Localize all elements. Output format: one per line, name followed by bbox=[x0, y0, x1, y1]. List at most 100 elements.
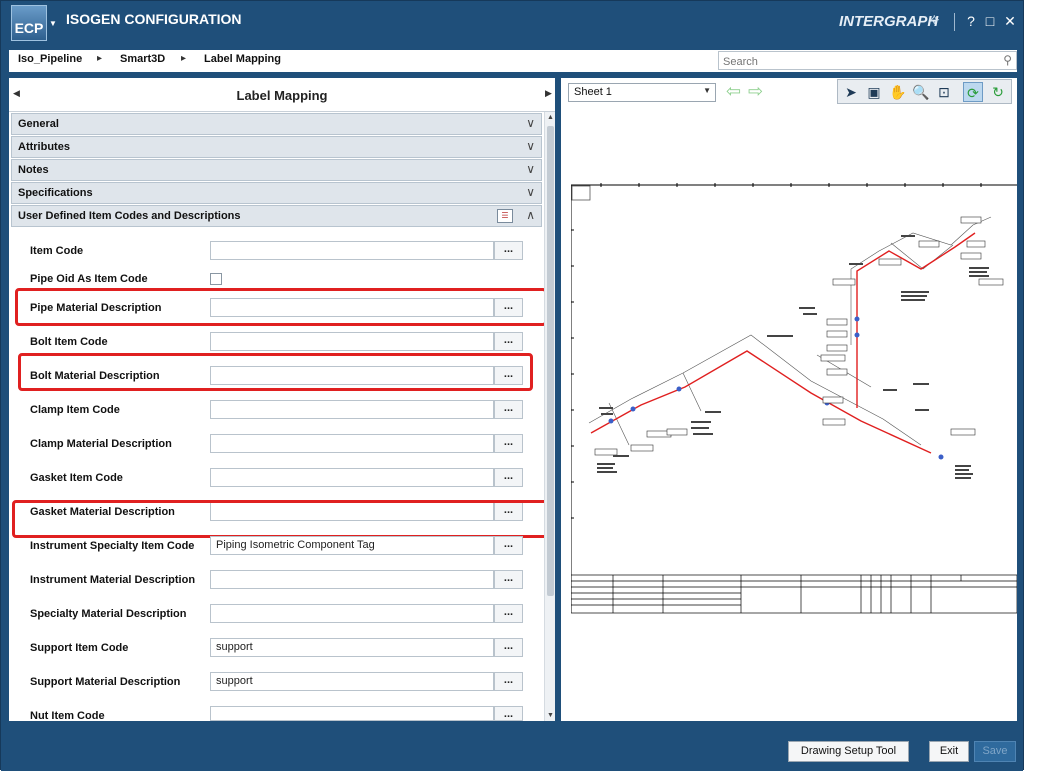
specialty-material-description-input[interactable] bbox=[210, 604, 494, 623]
section-user-defined-item-codes[interactable]: User Defined Item Codes and Descriptions… bbox=[11, 205, 542, 227]
instrument-specialty-browse-button[interactable]: ... bbox=[494, 536, 523, 555]
fit-icon[interactable]: ▣ bbox=[864, 82, 884, 102]
panel-title: Label Mapping bbox=[236, 88, 328, 103]
rotate-icon[interactable]: ↻ bbox=[988, 82, 1008, 102]
support-material-browse-button[interactable]: ... bbox=[494, 672, 523, 691]
nut-item-code-browse-button[interactable]: ... bbox=[494, 706, 523, 721]
item-code-browse-button[interactable]: ... bbox=[494, 241, 523, 260]
app-title: ISOGEN CONFIGURATION bbox=[66, 11, 242, 27]
breadcrumb-item-smart3d[interactable]: Smart3D bbox=[120, 53, 165, 65]
annotation-boxes bbox=[594, 216, 1004, 456]
scroll-down-arrow-icon[interactable]: ▼ bbox=[545, 712, 556, 719]
field-label-specialty-material: Specialty Material Description bbox=[30, 608, 187, 620]
exit-button[interactable]: Exit bbox=[929, 741, 969, 762]
section-label: Specifications bbox=[18, 187, 93, 199]
chevron-down-icon[interactable]: ∨ bbox=[526, 185, 535, 199]
pipe-material-browse-button[interactable]: ... bbox=[494, 298, 523, 317]
gasket-material-browse-button[interactable]: ... bbox=[494, 502, 523, 521]
previous-sheet-arrow-icon[interactable]: ⇦ bbox=[726, 81, 741, 102]
refresh-icon[interactable]: ⟳ bbox=[963, 82, 983, 102]
vertical-scrollbar[interactable]: ▲ ▼ bbox=[544, 112, 555, 721]
isometric-drawing-preview[interactable] bbox=[571, 183, 1017, 615]
support-item-code-browse-button[interactable]: ... bbox=[494, 638, 523, 657]
breadcrumb-item-label-mapping[interactable]: Label Mapping bbox=[204, 53, 281, 65]
next-sheet-arrow-icon[interactable]: ⇨ bbox=[748, 81, 763, 102]
field-label-pipe-material: Pipe Material Description bbox=[30, 302, 162, 314]
clamp-item-code-browse-button[interactable]: ... bbox=[494, 400, 523, 419]
checklist-icon[interactable]: ☰ bbox=[497, 209, 513, 223]
title-block bbox=[571, 574, 1017, 614]
frame-ticks bbox=[571, 183, 982, 519]
dimension-lines bbox=[588, 216, 992, 446]
scrollbar-thumb[interactable] bbox=[547, 126, 554, 596]
search-icon[interactable]: ⚲ bbox=[1003, 53, 1012, 67]
clamp-material-browse-button[interactable]: ... bbox=[494, 434, 523, 453]
section-notes[interactable]: Notes ∨ bbox=[11, 159, 542, 181]
brand-mark-icon: ⟡ bbox=[929, 11, 940, 28]
chevron-down-icon[interactable]: ∨ bbox=[526, 139, 535, 153]
clamp-item-code-input[interactable] bbox=[210, 400, 494, 419]
pipe-material-description-input[interactable] bbox=[210, 298, 494, 317]
gasket-material-description-input[interactable] bbox=[210, 502, 494, 521]
section-label: Notes bbox=[18, 164, 49, 176]
instrument-material-description-input[interactable] bbox=[210, 570, 494, 589]
bolt-item-code-input[interactable] bbox=[210, 332, 494, 351]
breadcrumb-item-iso-pipeline[interactable]: Iso_Pipeline bbox=[18, 53, 82, 65]
gasket-item-code-browse-button[interactable]: ... bbox=[494, 468, 523, 487]
select-arrow-icon[interactable]: ➤ bbox=[841, 82, 861, 102]
field-label-clamp-material: Clamp Material Description bbox=[30, 438, 172, 450]
section-attributes[interactable]: Attributes ∨ bbox=[11, 136, 542, 158]
scroll-up-arrow-icon[interactable]: ▲ bbox=[545, 114, 556, 121]
view-toolbar: ➤ ▣ ✋ 🔍 ⊡ ⟳ ↻ bbox=[837, 79, 1012, 104]
support-material-description-input[interactable]: support bbox=[210, 672, 494, 691]
app-logo[interactable]: ECP bbox=[11, 5, 47, 41]
bolt-material-browse-button[interactable]: ... bbox=[494, 366, 523, 385]
chevron-up-icon[interactable]: ∧ bbox=[526, 208, 535, 222]
field-label-pipe-oid: Pipe Oid As Item Code bbox=[30, 273, 148, 285]
field-label-nut-item-code: Nut Item Code bbox=[30, 710, 105, 722]
field-label-instrument-specialty: Instrument Specialty Item Code bbox=[30, 540, 195, 552]
app-menu-caret-icon[interactable]: ▼ bbox=[49, 19, 57, 28]
field-label-support-material: Support Material Description bbox=[30, 676, 181, 688]
specialty-material-browse-button[interactable]: ... bbox=[494, 604, 523, 623]
nut-item-code-input[interactable] bbox=[210, 706, 494, 721]
instrument-specialty-item-code-input[interactable]: Piping Isometric Component Tag bbox=[210, 536, 494, 555]
footer-bar: Drawing Setup Tool Exit Save bbox=[1, 723, 1023, 771]
section-specifications[interactable]: Specifications ∨ bbox=[11, 182, 542, 204]
chevron-down-icon[interactable]: ∨ bbox=[526, 162, 535, 176]
field-label-instrument-material: Instrument Material Description bbox=[30, 574, 196, 586]
clamp-material-description-input[interactable] bbox=[210, 434, 494, 453]
bolt-material-description-input[interactable] bbox=[210, 366, 494, 385]
drawing-setup-tool-button[interactable]: Drawing Setup Tool bbox=[788, 741, 909, 762]
search-input[interactable] bbox=[719, 53, 989, 71]
expand-right-arrow-icon[interactable]: ▶ bbox=[545, 88, 552, 99]
zoom-icon[interactable]: 🔍 bbox=[911, 82, 931, 102]
field-label-clamp-item-code: Clamp Item Code bbox=[30, 404, 120, 416]
maximize-button[interactable]: □ bbox=[982, 13, 998, 29]
section-label: Attributes bbox=[18, 141, 70, 153]
save-button[interactable]: Save bbox=[974, 741, 1016, 762]
panel-header: ◀ Label Mapping ▶ bbox=[9, 78, 555, 112]
field-label-gasket-material: Gasket Material Description bbox=[30, 506, 175, 518]
pipe-oid-checkbox[interactable] bbox=[210, 273, 222, 285]
dropdown-arrow-icon[interactable]: ▼ bbox=[703, 86, 711, 95]
preview-panel: Sheet 1 ▼ ⇦ ⇨ ➤ ▣ ✋ 🔍 ⊡ ⟳ ↻ bbox=[561, 78, 1017, 721]
zoom-window-icon[interactable]: ⊡ bbox=[934, 82, 954, 102]
field-label-bolt-material: Bolt Material Description bbox=[30, 370, 160, 382]
help-button[interactable]: ? bbox=[963, 13, 979, 29]
search-box: ⚲ bbox=[718, 51, 1017, 71]
item-code-input[interactable] bbox=[210, 241, 494, 260]
component-markers bbox=[608, 316, 944, 460]
sheet-select[interactable]: Sheet 1 ▼ bbox=[568, 83, 716, 102]
gasket-item-code-input[interactable] bbox=[210, 468, 494, 487]
instrument-material-browse-button[interactable]: ... bbox=[494, 570, 523, 589]
annotation-text bbox=[597, 235, 989, 479]
support-item-code-input[interactable]: support bbox=[210, 638, 494, 657]
close-button[interactable]: ✕ bbox=[1002, 13, 1018, 30]
breadcrumb-separator-icon: ▸ bbox=[181, 53, 187, 64]
pan-hand-icon[interactable]: ✋ bbox=[888, 82, 908, 102]
pipe-run bbox=[590, 232, 976, 454]
chevron-down-icon[interactable]: ∨ bbox=[526, 116, 535, 130]
section-general[interactable]: General ∨ bbox=[11, 113, 542, 135]
bolt-item-code-browse-button[interactable]: ... bbox=[494, 332, 523, 351]
